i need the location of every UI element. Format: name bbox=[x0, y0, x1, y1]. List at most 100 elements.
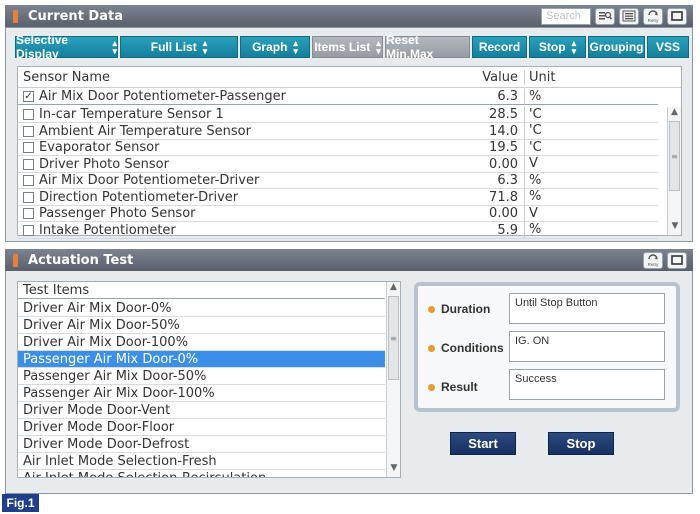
test-item[interactable]: Air Inlet Mode Selection-Fresh bbox=[18, 453, 385, 470]
sensor-row[interactable]: Driver Photo Sensor 0.00 V bbox=[18, 156, 658, 173]
updown-chevron-icon: ▴ ▾ bbox=[571, 38, 577, 56]
value-header: Value bbox=[482, 69, 518, 85]
test-list-scrollbar[interactable]: ▲ ≡ ▼ bbox=[386, 282, 400, 477]
sensor-unit: 'C bbox=[524, 139, 542, 156]
retry-icon[interactable]: Retry bbox=[643, 251, 663, 269]
test-info-box: Duration Until Stop Button Conditions IG… bbox=[414, 282, 680, 412]
maximize-icon[interactable] bbox=[667, 7, 687, 25]
test-items-list: Test Items Driver Air Mix Door-0% Driver … bbox=[17, 281, 401, 478]
sensor-name: Passenger Photo Sensor bbox=[39, 206, 196, 221]
updown-chevron-icon: ▴ ▾ bbox=[202, 38, 208, 56]
bullet-icon bbox=[428, 305, 435, 313]
row-checkbox[interactable] bbox=[23, 125, 34, 137]
sensor-name: In-car Temperature Sensor 1 bbox=[39, 107, 224, 122]
sensor-unit: V bbox=[524, 205, 538, 222]
title-marker bbox=[13, 253, 18, 267]
duration-value: Until Stop Button bbox=[509, 293, 665, 324]
row-checkbox[interactable] bbox=[23, 208, 34, 219]
scroll-thumb[interactable]: ≡ bbox=[388, 296, 399, 380]
test-item[interactable]: Air Inlet Mode Selection-Recirculation bbox=[18, 470, 385, 477]
sensor-value: 0.00 bbox=[489, 206, 518, 221]
conditions-value: IG. ON bbox=[509, 331, 665, 362]
sensor-table: Sensor Name Value Unit ✓ Air Mix Door Po… bbox=[17, 66, 682, 239]
row-checkbox[interactable] bbox=[23, 191, 34, 203]
stop-record-button[interactable]: Stop ▴ ▾ bbox=[529, 36, 586, 58]
bullet-icon bbox=[428, 344, 435, 352]
list-view-icon[interactable] bbox=[619, 7, 639, 25]
retry-icon[interactable]: Retry bbox=[643, 7, 663, 25]
search-input[interactable]: Search bbox=[541, 7, 591, 25]
test-items-header: Test Items bbox=[18, 282, 385, 299]
row-checkbox[interactable] bbox=[23, 109, 34, 120]
sensor-name: Intake Potentiometer bbox=[39, 222, 176, 238]
reset-min-max-button[interactable]: Reset Min.Max bbox=[385, 33, 470, 61]
row-checkbox[interactable]: ✓ bbox=[23, 91, 34, 102]
sensor-value: 0.00 bbox=[489, 156, 518, 172]
svg-text:Retry: Retry bbox=[648, 262, 660, 267]
sensor-name: Direction Potentiometer-Driver bbox=[39, 189, 239, 205]
test-item[interactable]: Driver Mode Door-Vent bbox=[18, 402, 385, 419]
graph-button[interactable]: Graph ▴ ▾ bbox=[240, 36, 310, 58]
pinned-sensor-row[interactable]: ✓ Air Mix Door Potentiometer-Passenger 6… bbox=[18, 88, 658, 105]
scroll-down-icon[interactable]: ▼ bbox=[668, 221, 682, 235]
sensor-table-scrollbar[interactable]: ▲ ≡ ▼ bbox=[667, 107, 681, 235]
test-item[interactable]: Driver Air Mix Door-100% bbox=[18, 334, 385, 351]
sensor-value: 5.9 bbox=[497, 222, 518, 238]
test-item[interactable]: Driver Mode Door-Floor bbox=[18, 419, 385, 436]
row-checkbox[interactable] bbox=[23, 142, 34, 153]
sensor-row[interactable]: Ambient Air Temperature Sensor 14.0 'C bbox=[18, 123, 658, 140]
test-item[interactable]: Driver Mode Door-Defrost bbox=[18, 436, 385, 453]
actuation-test-titlebar: Actuation Test Retry bbox=[5, 249, 693, 271]
grouping-button[interactable]: Grouping bbox=[588, 36, 645, 58]
sensor-name: Ambient Air Temperature Sensor bbox=[39, 123, 251, 139]
sensor-unit: V bbox=[524, 156, 538, 172]
record-button[interactable]: Record bbox=[472, 36, 527, 58]
svg-text:Retry: Retry bbox=[648, 18, 660, 23]
sensor-row[interactable]: Intake Potentiometer 5.9% bbox=[18, 222, 658, 239]
sensor-value: 14.0 bbox=[489, 123, 518, 139]
test-item[interactable]: Passenger Air Mix Door-100% bbox=[18, 385, 385, 402]
test-item[interactable]: Driver Air Mix Door-0% bbox=[18, 300, 385, 317]
scroll-up-icon[interactable]: ▲ bbox=[668, 107, 681, 121]
sensor-table-header: Sensor Name Value Unit bbox=[18, 67, 681, 88]
row-checkbox[interactable] bbox=[23, 224, 34, 236]
test-item[interactable]: Driver Air Mix Door-50% bbox=[18, 317, 385, 334]
sensor-name: Air Mix Door Potentiometer-Driver bbox=[39, 173, 260, 188]
result-value: Success bbox=[509, 369, 665, 400]
sensor-row[interactable]: Direction Potentiometer-Driver 71.8% bbox=[18, 189, 658, 206]
sensor-name: Evaporator Sensor bbox=[39, 140, 160, 155]
sensor-value: 71.8 bbox=[489, 189, 518, 205]
items-list-button[interactable]: Items List ▴ ▾ bbox=[312, 36, 383, 58]
figure-label: Fig.1 bbox=[2, 494, 39, 512]
sensor-unit: % bbox=[524, 172, 541, 189]
bullet-icon bbox=[428, 383, 435, 391]
sensor-row[interactable]: In-car Temperature Sensor 1 28.5 'C bbox=[18, 106, 658, 123]
updown-chevron-icon: ▴ ▾ bbox=[112, 38, 117, 56]
scroll-thumb[interactable]: ≡ bbox=[669, 121, 680, 191]
row-checkbox[interactable] bbox=[23, 175, 34, 186]
conditions-label: Conditions bbox=[428, 341, 504, 355]
search-icon[interactable] bbox=[595, 7, 615, 25]
test-item[interactable]: Passenger Air Mix Door-50% bbox=[18, 368, 385, 385]
test-item[interactable]: Passenger Air Mix Door-0% bbox=[18, 351, 385, 368]
result-label: Result bbox=[428, 380, 478, 394]
sensor-row[interactable]: Passenger Photo Sensor 0.00 V bbox=[18, 205, 658, 222]
vss-button[interactable]: VSS bbox=[647, 36, 689, 58]
scroll-down-icon[interactable]: ▼ bbox=[387, 463, 400, 477]
start-button[interactable]: Start bbox=[450, 432, 516, 455]
sensor-name-header: Sensor Name bbox=[23, 69, 111, 85]
sensor-value: 28.5 bbox=[489, 107, 518, 122]
title-marker bbox=[13, 9, 18, 23]
scroll-up-icon[interactable]: ▲ bbox=[387, 282, 400, 296]
full-list-button[interactable]: Full List ▴ ▾ bbox=[120, 36, 238, 58]
sensor-name: Driver Photo Sensor bbox=[39, 156, 169, 172]
maximize-icon[interactable] bbox=[667, 251, 687, 269]
sensor-row[interactable]: Air Mix Door Potentiometer-Driver 6.3% bbox=[18, 172, 658, 189]
sensor-value: 19.5 bbox=[489, 140, 518, 155]
stop-button[interactable]: Stop bbox=[548, 432, 614, 455]
sensor-row[interactable]: Evaporator Sensor 19.5 'C bbox=[18, 139, 658, 156]
current-data-titlebar: Current Data Search Retry bbox=[5, 5, 693, 27]
row-checkbox[interactable] bbox=[23, 158, 34, 170]
current-data-toolbar: Selective Display ▴ ▾ Full List ▴ ▾ Graph ▴ ▾ … bbox=[15, 33, 689, 61]
selective-display-button[interactable]: Selective Display ▴ ▾ bbox=[15, 33, 118, 61]
